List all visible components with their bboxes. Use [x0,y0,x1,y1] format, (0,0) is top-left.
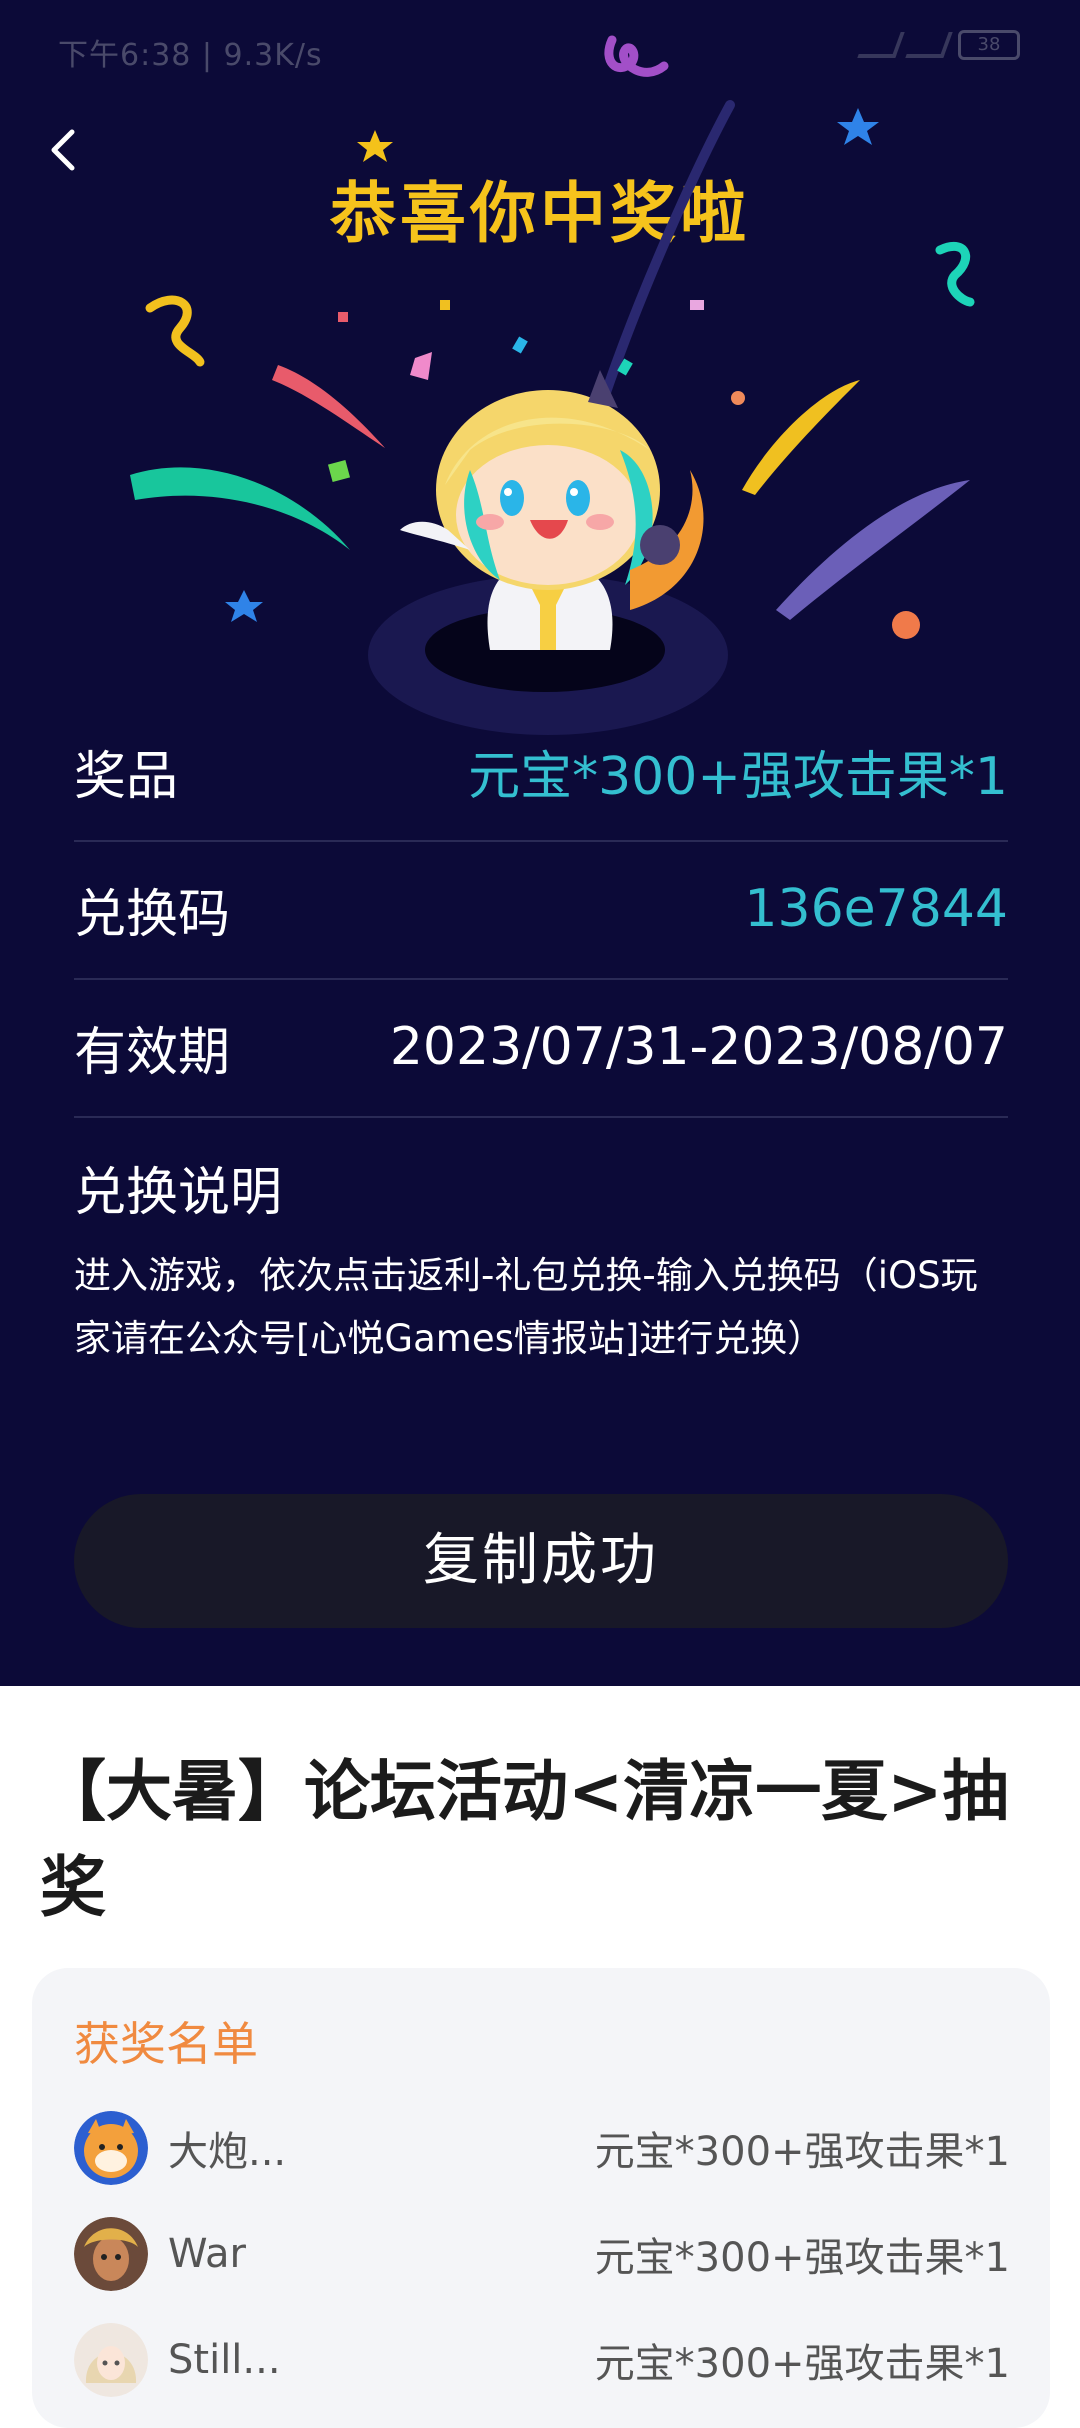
celebration-mascot-illustration [130,100,975,735]
event-title: 【大暑】论坛活动<清凉一夏>抽奖 [40,1753,1009,1926]
status-time-speed: 下午6:38 | 9.3K/s [58,38,323,73]
signal-icon-2 [905,32,953,58]
instructions-text: 进入游戏，依次点击返利-礼包兑换-输入兑换码（iOS玩家请在公众号[心悦Game… [74,1254,978,1360]
status-bar: 下午6:38 | 9.3K/s 38 [0,0,1080,96]
code-row: 兑换码 136e7844 [74,840,1008,980]
winner-row[interactable]: Still... 元宝*300+强攻击果*1 [74,2320,1010,2400]
signal-icon [857,32,905,58]
winner-row[interactable]: War 元宝*300+强攻击果*1 [74,2214,1010,2294]
prize-row: 奖品 元宝*300+强攻击果*1 [74,702,1008,842]
winners-title: 获奖名单 [74,2017,258,2071]
status-icons: 38 [857,30,1020,60]
instructions-title: 兑换说明 [74,1163,283,1223]
redeem-code-value[interactable]: 136e7844 [744,879,1008,939]
avatar [74,2217,148,2291]
winner-prize: 元宝*300+强攻击果*1 [594,2235,1010,2281]
winner-name: 大炮... [168,2129,287,2175]
battery-icon: 38 [958,30,1020,60]
winner-prize: 元宝*300+强攻击果*1 [594,2129,1010,2175]
code-label: 兑换码 [74,884,231,945]
winner-name: Still... [168,2337,281,2383]
prize-value: 元宝*300+强攻击果*1 [468,746,1008,807]
winner-prize: 元宝*300+强攻击果*1 [594,2341,1010,2387]
winner-row[interactable]: 大炮... 元宝*300+强攻击果*1 [74,2108,1010,2188]
copy-code-button[interactable]: 复制成功 [74,1494,1008,1628]
avatar [74,2111,148,2185]
validity-label: 有效期 [74,1022,231,1083]
validity-value: 2023/07/31-2023/08/07 [389,1017,1008,1077]
avatar [74,2323,148,2397]
winners-list-card: 获奖名单 大炮... 元宝*300+强攻击果*1 War 元宝*300+强攻击果… [32,1968,1050,2428]
prize-result-panel: 下午6:38 | 9.3K/s 38 恭喜你中奖啦 奖品 元宝*300+强攻击果… [0,0,1080,1686]
prize-label: 奖品 [74,746,179,807]
validity-row: 有效期 2023/07/31-2023/08/07 [74,978,1008,1118]
winner-name: War [168,2231,246,2277]
